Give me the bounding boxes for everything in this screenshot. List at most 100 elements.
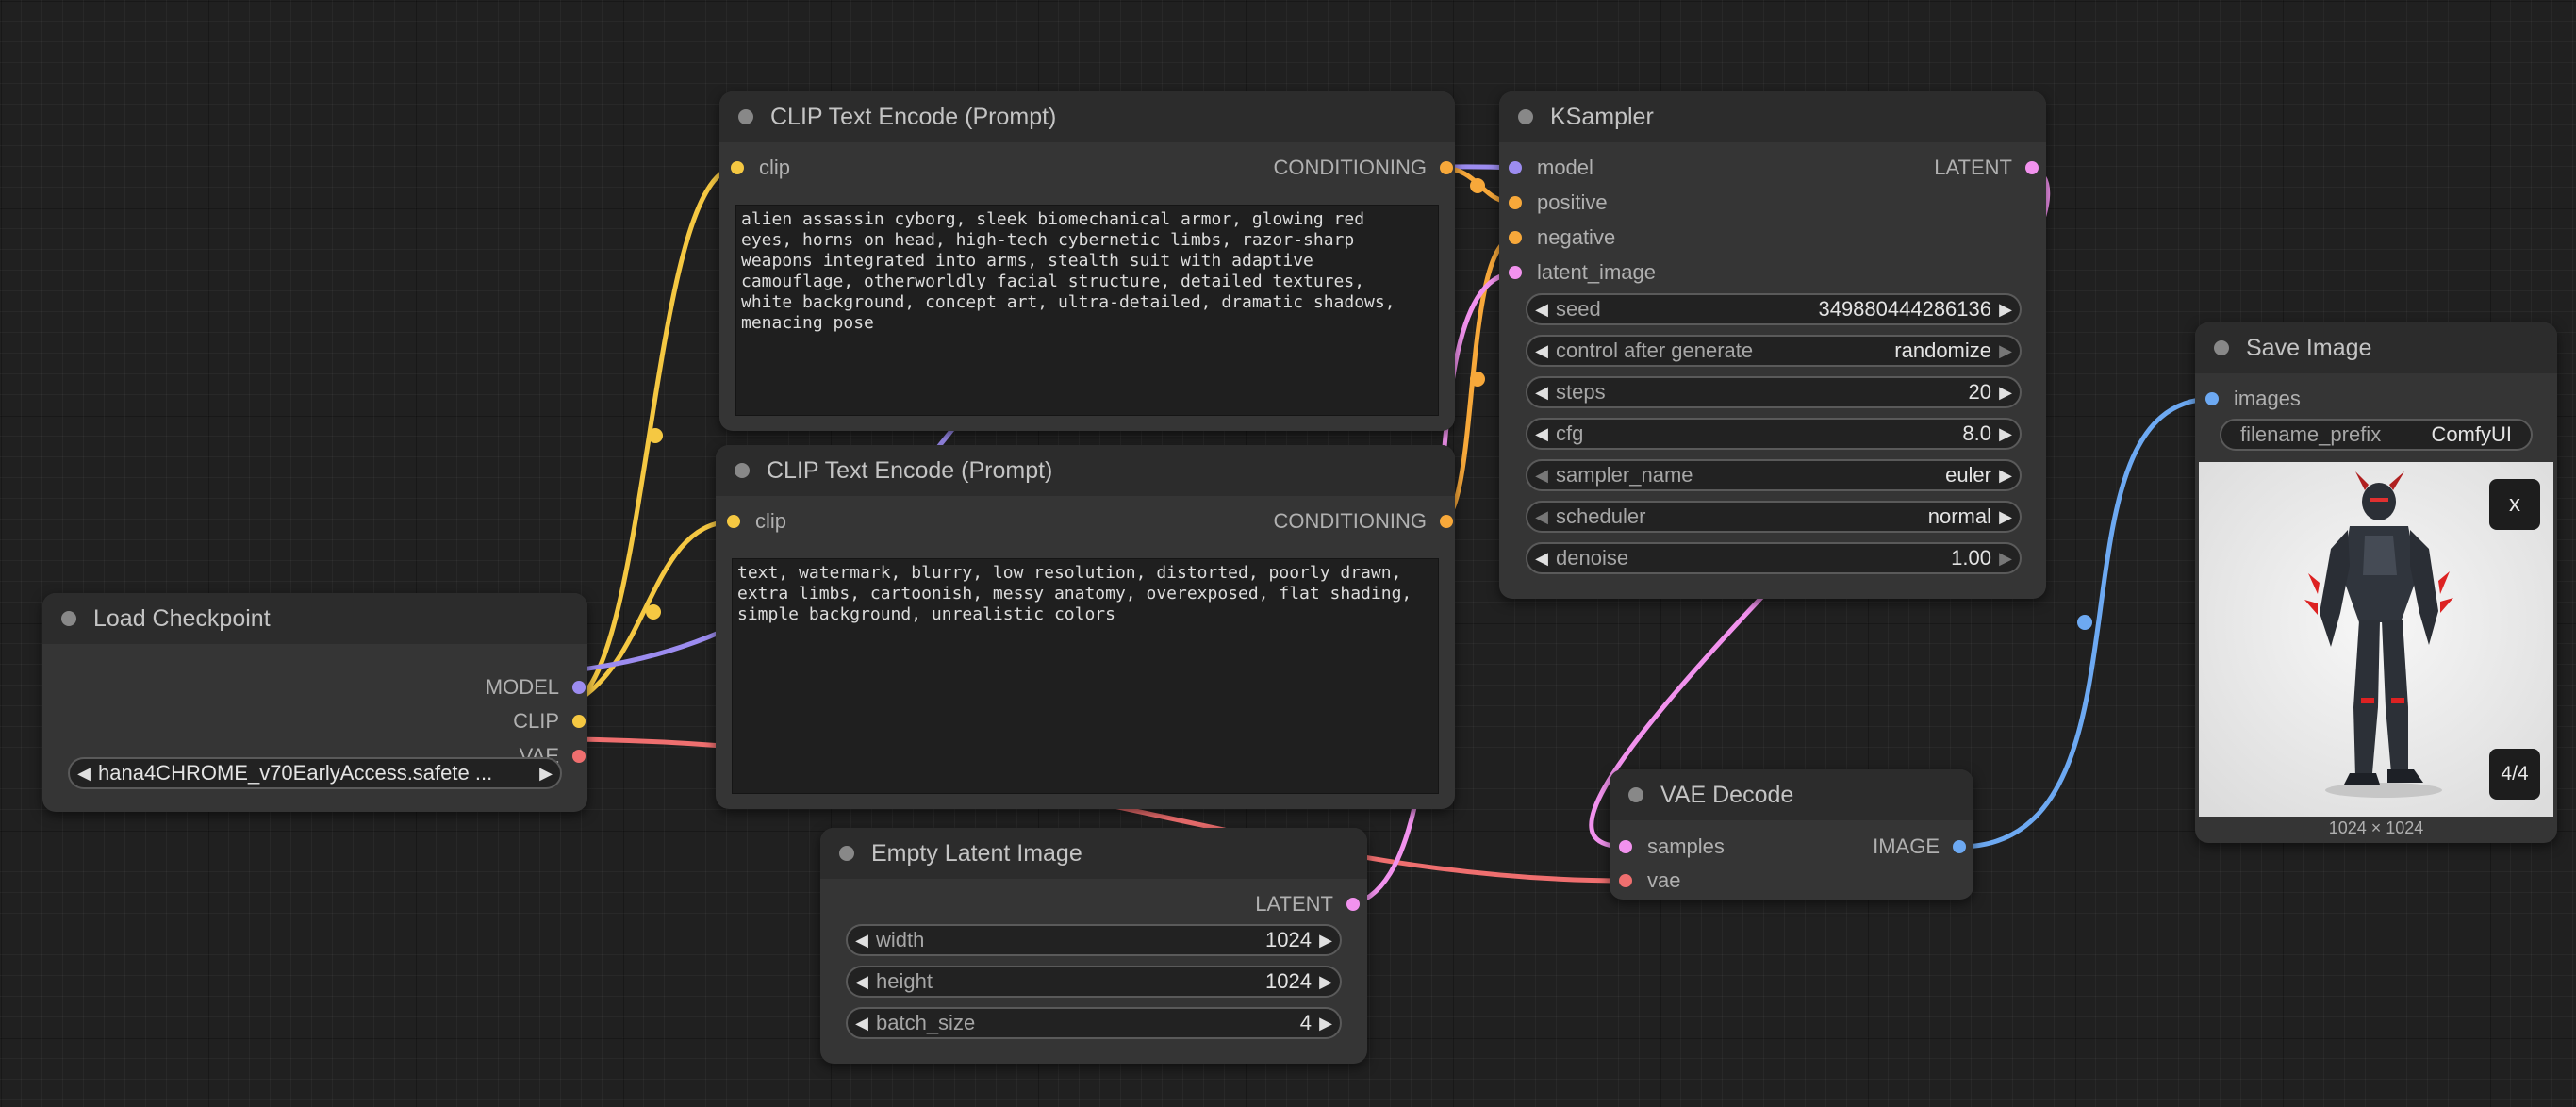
input-clip[interactable]: clip xyxy=(731,151,790,185)
output-conditioning[interactable]: CONDITIONING xyxy=(1273,151,1453,185)
input-samples[interactable]: samples xyxy=(1619,830,1725,864)
width-widget[interactable]: ◀ width 1024 ▶ xyxy=(846,924,1342,956)
sampler-name-widget[interactable]: ◀ sampler_name euler ▶ xyxy=(1526,459,2022,491)
node-header[interactable]: CLIP Text Encode (Prompt) xyxy=(716,445,1455,496)
collapse-dot[interactable] xyxy=(61,611,76,626)
save-image-node[interactable]: Save Image images filename_prefix ComfyU… xyxy=(2195,322,2557,843)
collapse-dot[interactable] xyxy=(839,846,854,861)
input-clip[interactable]: clip xyxy=(727,504,786,538)
steps-widget[interactable]: ◀ steps 20 ▶ xyxy=(1526,376,2022,408)
slot-label: clip xyxy=(755,509,787,533)
seed-widget[interactable]: ◀ seed 349880444286136 ▶ xyxy=(1526,293,2022,325)
right-arrow-icon[interactable]: ▶ xyxy=(1312,1014,1340,1033)
empty-latent-image-node[interactable]: Empty Latent Image LATENT ◀ width 1024 ▶… xyxy=(820,828,1367,1064)
clip-text-encode-negative-node[interactable]: CLIP Text Encode (Prompt) clip CONDITION… xyxy=(716,445,1455,809)
ckpt-name-combo[interactable]: ◀ hana4CHROME_v70EarlyAccess.safete ... … xyxy=(68,757,562,789)
link-clip-negative xyxy=(571,519,736,705)
output-clip[interactable]: CLIP xyxy=(305,704,587,738)
left-arrow-icon[interactable]: ◀ xyxy=(1527,466,1556,486)
right-arrow-icon[interactable]: ▶ xyxy=(1991,549,2020,569)
right-arrow-icon[interactable]: ▶ xyxy=(1312,931,1340,950)
slot-dot[interactable] xyxy=(1346,898,1360,911)
slot-dot[interactable] xyxy=(1509,231,1522,244)
slot-dot[interactable] xyxy=(2025,161,2039,174)
collapse-dot[interactable] xyxy=(1518,109,1533,124)
input-model[interactable]: model xyxy=(1509,151,1593,185)
left-arrow-icon[interactable]: ◀ xyxy=(1527,300,1556,320)
load-checkpoint-node[interactable]: Load Checkpoint MODEL CLIP VAE ◀ hana4CH… xyxy=(42,593,587,812)
left-arrow-icon[interactable]: ◀ xyxy=(848,931,876,950)
slot-dot[interactable] xyxy=(1953,840,1966,853)
right-arrow-icon[interactable]: ▶ xyxy=(1991,300,2020,320)
filename-prefix-widget[interactable]: filename_prefix ComfyUI xyxy=(2220,419,2533,451)
slot-dot[interactable] xyxy=(572,750,586,763)
collapse-dot[interactable] xyxy=(738,109,753,124)
image-counter[interactable]: 4/4 xyxy=(2489,749,2540,800)
clip-text-encode-positive-node[interactable]: CLIP Text Encode (Prompt) clip CONDITION… xyxy=(719,91,1455,431)
cfg-widget[interactable]: ◀ cfg 8.0 ▶ xyxy=(1526,418,2022,450)
node-header[interactable]: Empty Latent Image xyxy=(820,828,1367,879)
input-vae[interactable]: vae xyxy=(1619,864,1680,898)
right-arrow-icon[interactable]: ▶ xyxy=(1991,383,2020,403)
link-midpoint xyxy=(1470,372,1485,387)
scheduler-widget[interactable]: ◀ scheduler normal ▶ xyxy=(1526,501,2022,533)
slot-dot[interactable] xyxy=(731,161,744,174)
left-arrow-icon[interactable]: ◀ xyxy=(1527,341,1556,361)
node-header[interactable]: VAE Decode xyxy=(1610,769,1973,820)
right-arrow-icon[interactable]: ▶ xyxy=(532,764,560,784)
control-after-generate-widget[interactable]: ◀ control after generate randomize ▶ xyxy=(1526,335,2022,367)
right-arrow-icon[interactable]: ▶ xyxy=(1991,507,2020,527)
slot-label: CONDITIONING xyxy=(1273,509,1427,533)
slot-dot[interactable] xyxy=(1509,196,1522,209)
image-preview[interactable]: x 4/4 xyxy=(2199,462,2553,817)
left-arrow-icon[interactable]: ◀ xyxy=(1527,507,1556,527)
output-latent[interactable]: LATENT xyxy=(1934,151,2039,185)
collapse-dot[interactable] xyxy=(1628,787,1643,802)
right-arrow-icon[interactable]: ▶ xyxy=(1312,972,1340,992)
right-arrow-icon[interactable]: ▶ xyxy=(1991,424,2020,444)
slot-dot[interactable] xyxy=(1619,840,1632,853)
left-arrow-icon[interactable]: ◀ xyxy=(848,1014,876,1033)
denoise-widget[interactable]: ◀ denoise 1.00 ▶ xyxy=(1526,542,2022,574)
prompt-textarea[interactable]: text, watermark, blurry, low resolution,… xyxy=(732,558,1439,794)
widget-value: 8.0 xyxy=(1962,421,1991,445)
slot-dot[interactable] xyxy=(1509,161,1522,174)
collapse-dot[interactable] xyxy=(735,463,750,478)
node-header[interactable]: CLIP Text Encode (Prompt) xyxy=(719,91,1455,142)
input-positive[interactable]: positive xyxy=(1509,186,1608,220)
slot-dot[interactable] xyxy=(1440,515,1453,528)
left-arrow-icon[interactable]: ◀ xyxy=(1527,424,1556,444)
slot-dot[interactable] xyxy=(1509,266,1522,279)
left-arrow-icon[interactable]: ◀ xyxy=(1527,383,1556,403)
output-image[interactable]: IMAGE xyxy=(1873,830,1966,864)
batch-size-widget[interactable]: ◀ batch_size 4 ▶ xyxy=(846,1007,1342,1039)
right-arrow-icon[interactable]: ▶ xyxy=(1991,341,2020,361)
node-title: Empty Latent Image xyxy=(871,839,1082,867)
widget-value: 4 xyxy=(1299,1011,1312,1034)
height-widget[interactable]: ◀ height 1024 ▶ xyxy=(846,966,1342,998)
node-header[interactable]: Save Image xyxy=(2195,322,2557,373)
vae-decode-node[interactable]: VAE Decode samples vae IMAGE xyxy=(1610,769,1973,900)
slot-dot[interactable] xyxy=(727,515,740,528)
node-header[interactable]: Load Checkpoint xyxy=(42,593,587,644)
output-latent[interactable]: LATENT xyxy=(1255,887,1360,921)
slot-dot[interactable] xyxy=(1440,161,1453,174)
input-negative[interactable]: negative xyxy=(1509,221,1615,255)
close-preview-button[interactable]: x xyxy=(2489,479,2540,530)
left-arrow-icon[interactable]: ◀ xyxy=(1527,549,1556,569)
collapse-dot[interactable] xyxy=(2214,340,2229,355)
slot-dot[interactable] xyxy=(2205,392,2219,405)
slot-dot[interactable] xyxy=(572,681,586,694)
input-latent-image[interactable]: latent_image xyxy=(1509,256,1656,289)
ksampler-node[interactable]: KSampler model positive negative latent_… xyxy=(1499,91,2046,599)
output-model[interactable]: MODEL xyxy=(305,670,587,704)
slot-dot[interactable] xyxy=(1619,874,1632,887)
node-header[interactable]: KSampler xyxy=(1499,91,2046,142)
prompt-textarea[interactable]: alien assassin cyborg, sleek biomechanic… xyxy=(735,205,1439,416)
output-conditioning[interactable]: CONDITIONING xyxy=(1273,504,1453,538)
slot-dot[interactable] xyxy=(572,715,586,728)
input-images[interactable]: images xyxy=(2205,382,2301,416)
right-arrow-icon[interactable]: ▶ xyxy=(1991,466,2020,486)
left-arrow-icon[interactable]: ◀ xyxy=(70,764,98,784)
left-arrow-icon[interactable]: ◀ xyxy=(848,972,876,992)
